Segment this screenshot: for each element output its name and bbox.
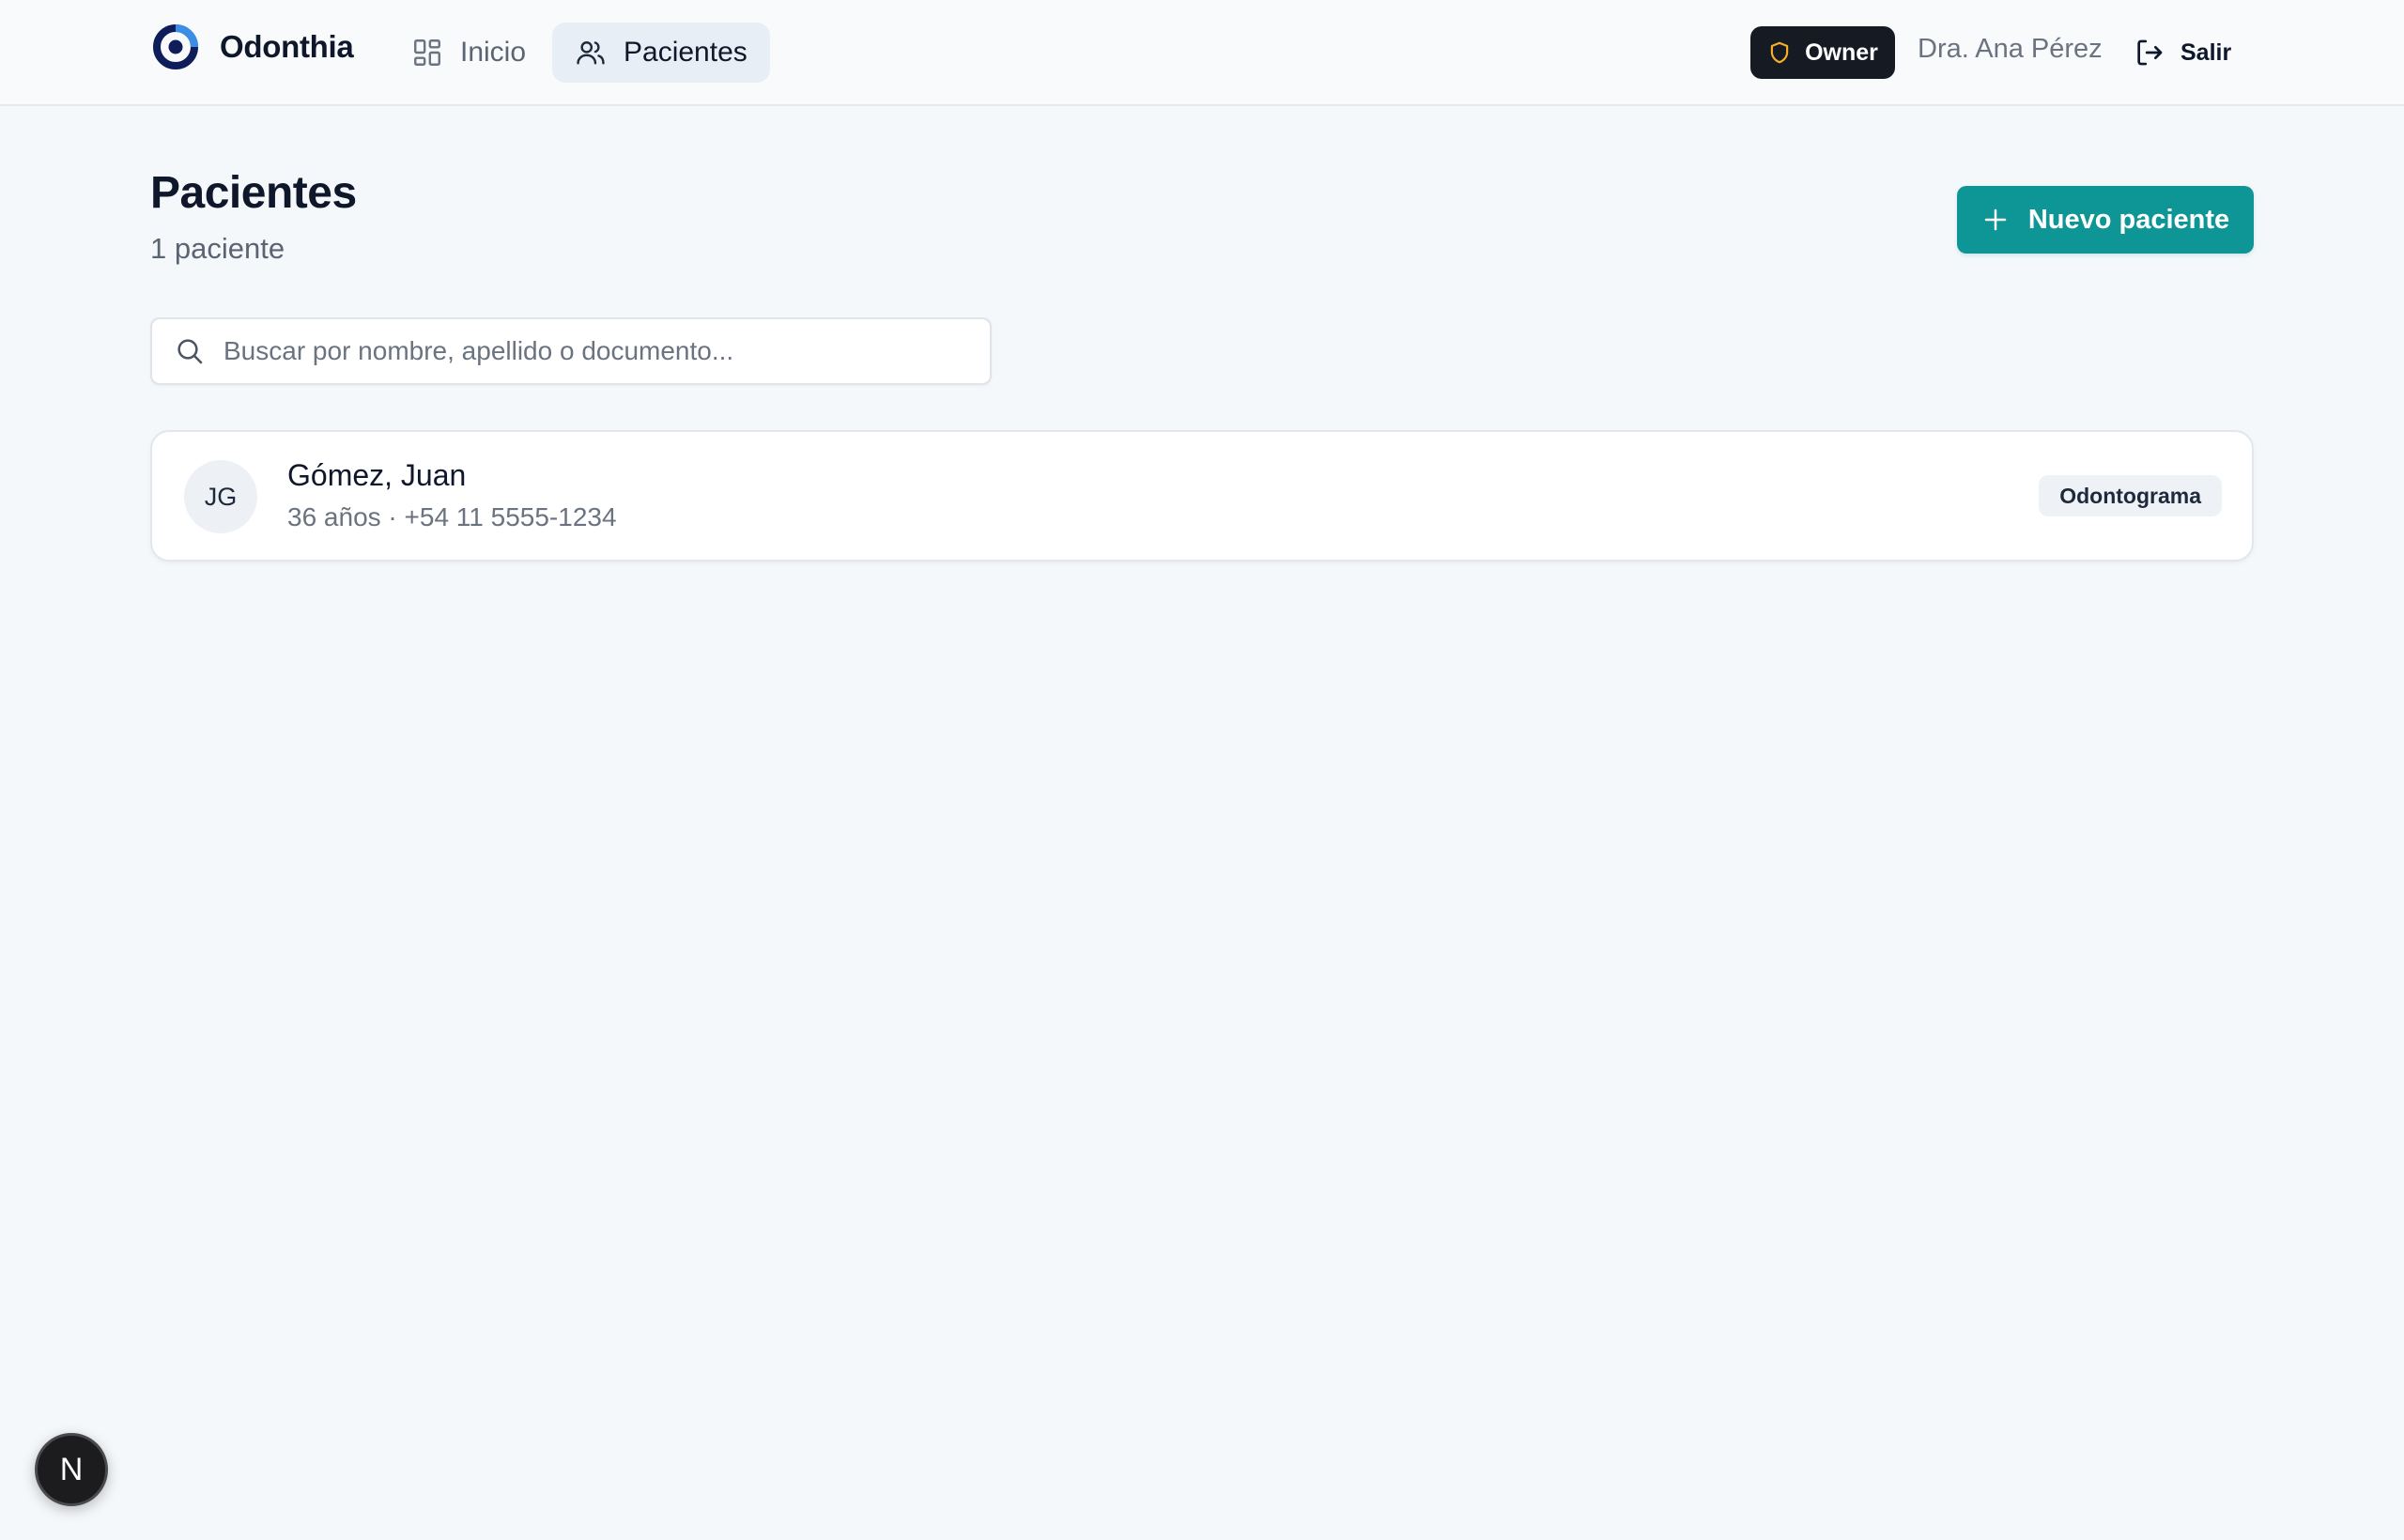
shield-icon <box>1770 41 1789 64</box>
role-badge: Owner <box>1750 26 1895 79</box>
nav-item-label: Pacientes <box>624 37 747 68</box>
search-box <box>150 317 992 385</box>
new-patient-button[interactable]: Nuevo paciente <box>1957 186 2254 254</box>
patient-name: Gómez, Juan <box>287 458 467 492</box>
logo-ring-icon <box>153 24 198 69</box>
nav-item-label: Inicio <box>460 37 527 68</box>
patient-card[interactable]: JG Gómez, Juan 36 años · +54 11 5555-123… <box>150 430 2254 562</box>
patient-count: 1 paciente <box>150 232 285 265</box>
search-icon <box>177 339 203 364</box>
search-input[interactable] <box>223 336 937 366</box>
new-patient-label: Nuevo paciente <box>2027 204 2230 235</box>
users-icon <box>577 41 605 65</box>
brand-name: Odonthia <box>220 29 354 64</box>
logout-button[interactable]: Salir <box>2134 30 2231 75</box>
logout-label: Salir <box>2181 38 2232 66</box>
page-title: Pacientes <box>150 168 357 218</box>
brand-logo[interactable]: Odonthia <box>152 23 354 71</box>
logout-icon <box>2137 39 2163 66</box>
role-badge-label: Owner <box>1805 38 1878 66</box>
avatar: JG <box>184 460 257 533</box>
nav-item-pacientes[interactable]: Pacientes <box>552 23 770 83</box>
dashboard-grid-icon <box>414 39 440 66</box>
odontogram-badge: Odontograma <box>2039 475 2222 516</box>
plus-icon <box>1984 208 2007 231</box>
nav-item-inicio[interactable]: Inicio <box>389 23 548 83</box>
user-name: Dra. Ana Pérez <box>1918 34 2103 64</box>
top-navbar: Odonthia Inicio Pacientes Owner Dra. Ana… <box>0 0 2404 106</box>
dev-tools-button[interactable]: N <box>35 1433 108 1506</box>
patient-details: 36 años · +54 11 5555-1234 <box>287 502 617 531</box>
